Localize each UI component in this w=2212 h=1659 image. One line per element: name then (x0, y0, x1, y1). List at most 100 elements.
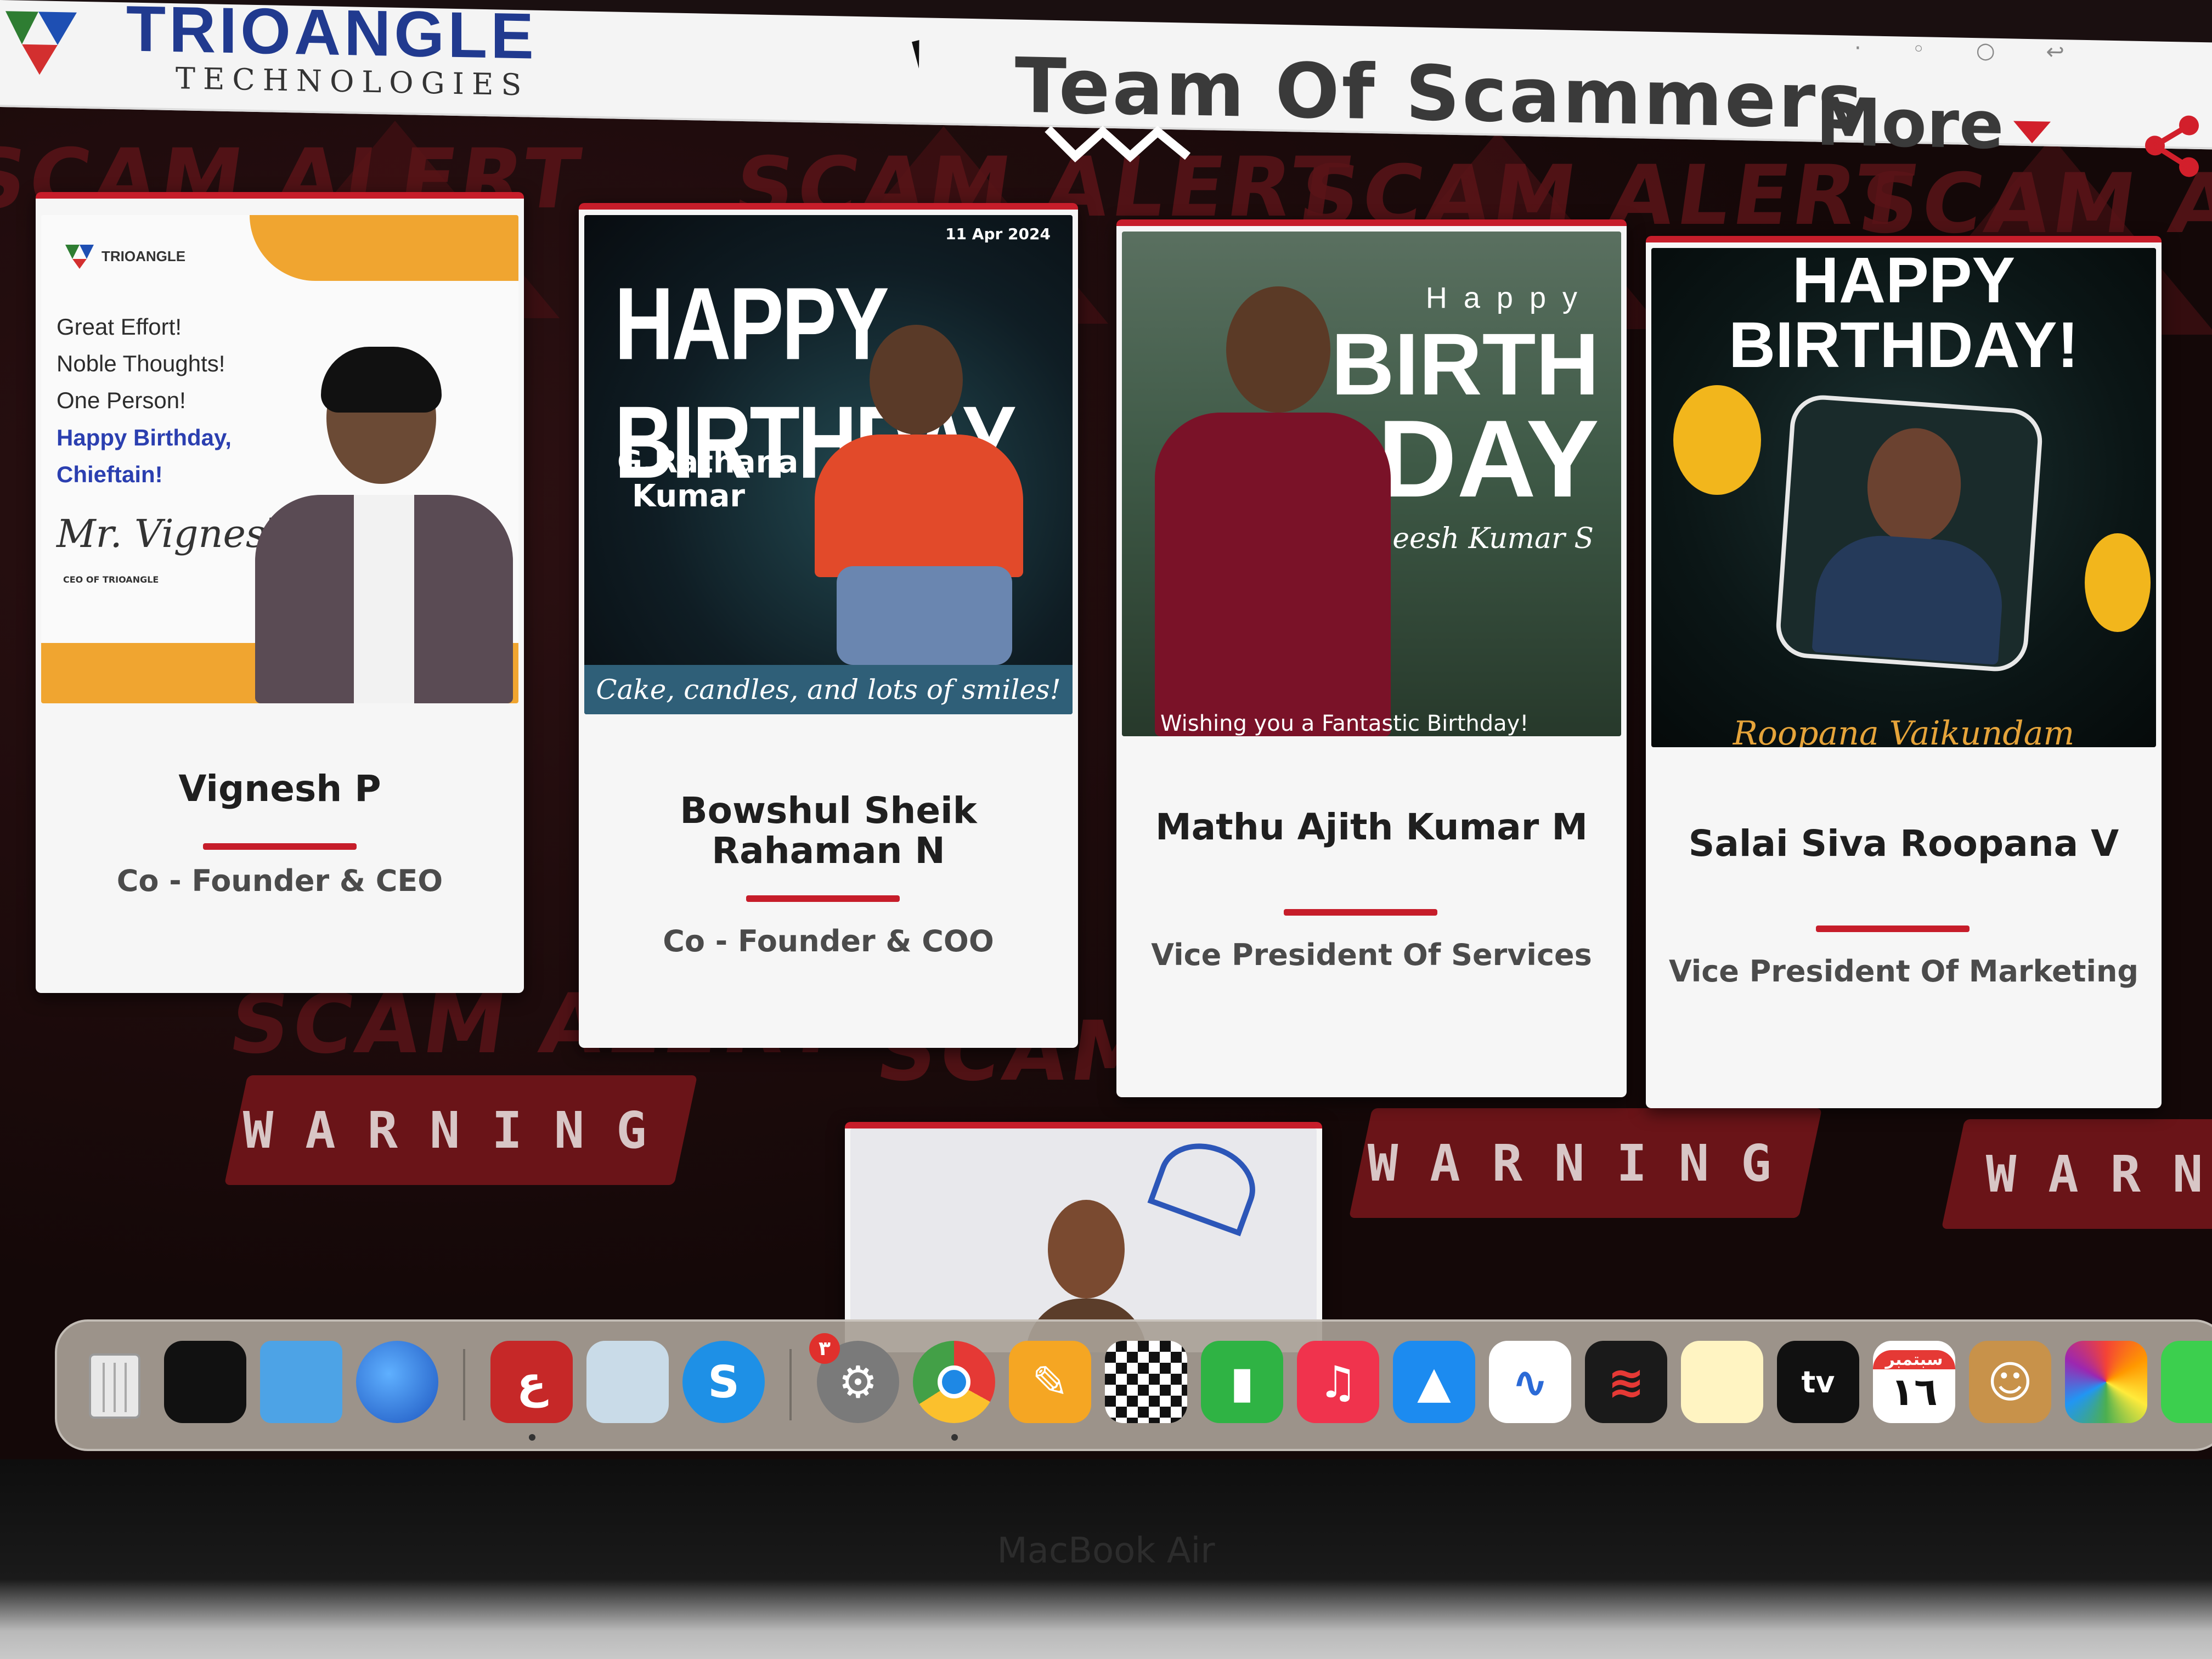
member-role: Co - Founder & CEO (116, 864, 443, 898)
photo-line: Great Effort! (57, 314, 182, 340)
photo-title: HAPPY BIRTHDAY! (1651, 248, 2156, 377)
person-head (870, 325, 963, 435)
photo-caption: Wishing you a Fantastic Birthday! (1160, 711, 1529, 736)
preview-icon[interactable] (586, 1341, 669, 1423)
chess-icon[interactable] (1105, 1341, 1187, 1423)
member-role: Vice President Of Services (1151, 938, 1592, 972)
finder-folder-icon[interactable] (260, 1341, 342, 1423)
calendar-month: سبتمبر (1873, 1350, 1955, 1369)
photo-date: 11 Apr 2024 (945, 225, 1051, 243)
pages-icon[interactable]: ✎ (1009, 1341, 1091, 1423)
balloon-icon (2085, 533, 2151, 632)
trash-icon[interactable] (74, 1341, 156, 1423)
system-settings-icon[interactable]: ٣ ⚙ (809, 1333, 899, 1423)
person-photo (1144, 286, 1396, 736)
skype-icon[interactable]: S (682, 1341, 765, 1423)
member-role: Vice President Of Marketing (1668, 954, 2139, 989)
person-head (1226, 286, 1330, 413)
photo-title-line: HAPPY (1792, 248, 2016, 317)
team-card[interactable] (845, 1122, 1322, 1352)
globe-icon[interactable] (356, 1341, 438, 1423)
person-hair (321, 347, 442, 413)
notification-badge: ٣ (809, 1333, 840, 1364)
photo-title-line: BIRTHDAY! (1728, 309, 2079, 381)
name-divider (203, 843, 357, 850)
person-head (1048, 1200, 1125, 1299)
photo-frame (1774, 393, 2045, 674)
dock-separator (789, 1349, 792, 1420)
device-label: MacBook Air (997, 1531, 1215, 1571)
photo-caption: CEO OF TRIOANGLE (63, 574, 159, 585)
member-role: Co - Founder & COO (663, 924, 994, 958)
balloon-icon (1673, 385, 1761, 495)
card-photo: TRIOANGLE Great Effort! Noble Thoughts! … (41, 215, 518, 703)
warning-plate: WARNING (1348, 1108, 1822, 1218)
decor-ribbon (1147, 1130, 1267, 1237)
warning-plate: WARNING (1941, 1119, 2212, 1229)
person-body (1812, 531, 2007, 665)
person-photo (804, 325, 1034, 665)
card-photo: HAPPY BIRTHDAY! Roopana Vaikundam (1651, 248, 2156, 747)
mouse-cursor-icon (912, 38, 934, 69)
running-indicator (529, 1434, 535, 1441)
warning-text: WARNING (1986, 1144, 2212, 1204)
warning-text: WARNING (243, 1101, 679, 1160)
chrome-icon[interactable] (913, 1341, 995, 1423)
photo-signature: Roopana Vaikundam (1733, 714, 2075, 747)
nav-dropdown-zigzag-icon (1045, 126, 1191, 163)
nav-more-menu[interactable]: More (1816, 84, 2004, 165)
apple-tv-icon[interactable]: tv (1777, 1341, 1859, 1423)
notes-icon[interactable] (1681, 1341, 1763, 1423)
name-divider (1816, 926, 1970, 932)
warning-text: WARNING (1368, 1133, 1803, 1193)
voice-memos-icon[interactable]: ≋ (1585, 1341, 1667, 1423)
chevron-down-icon[interactable] (2013, 121, 2051, 144)
calendar-day: ١٦ (1891, 1369, 1938, 1414)
photo-caption: Cake, candles, and lots of smiles! (584, 665, 1073, 714)
contacts-icon[interactable]: ☺ (1969, 1341, 2051, 1423)
member-name: Bowshul Sheik Rahaman N (680, 789, 977, 872)
music-icon[interactable]: ♫ (1297, 1341, 1379, 1423)
team-card[interactable]: TRIOANGLE Great Effort! Noble Thoughts! … (36, 192, 524, 993)
name-divider (1284, 909, 1437, 916)
card-photo: Happy BIRTH DAY Pratheesh Kumar S Wishin… (1122, 232, 1621, 736)
photo-person-name: G.Rathana Kumar (617, 444, 799, 514)
share-icon[interactable] (2140, 112, 2205, 179)
messages-icon[interactable] (2161, 1341, 2212, 1423)
photo-highlight: Chieftain! (57, 461, 163, 487)
numbers-icon[interactable]: ▮ (1201, 1341, 1283, 1423)
photo-highlight: Happy Birthday, (57, 424, 232, 450)
freeform-icon[interactable]: ∿ (1489, 1341, 1571, 1423)
trioangle-logo-icon (65, 245, 94, 269)
person-jeans (837, 566, 1012, 665)
team-card[interactable]: HAPPY BIRTHDAY 11 Apr 2024 G.Rathana Kum… (579, 203, 1078, 1048)
card-photo (850, 1128, 1317, 1352)
person-shirt (1155, 413, 1391, 736)
toolbar-icons: · ◦ ○ ↩ (1854, 35, 2086, 66)
terminal-icon[interactable] (164, 1341, 246, 1423)
team-card[interactable]: HAPPY BIRTHDAY! Roopana Vaikundam Salai … (1646, 236, 2162, 1108)
arabic-app-icon[interactable]: ع (490, 1341, 573, 1423)
member-name: Mathu Ajith Kumar M (1155, 806, 1588, 848)
photo-day: DAY (1378, 398, 1599, 520)
photo-greeting: Great Effort! Noble Thoughts! One Person… (57, 308, 232, 493)
team-card[interactable]: Happy BIRTH DAY Pratheesh Kumar S Wishin… (1116, 219, 1627, 1097)
warning-plate: WARNING (224, 1075, 698, 1185)
person-head (1863, 425, 1965, 547)
decor-shape (250, 215, 518, 281)
photo-brand: TRIOANGLE (101, 248, 186, 264)
member-name: Salai Siva Roopana V (1688, 822, 2119, 865)
photo-happy: Happy (1425, 281, 1594, 314)
member-name: Vignesh P (178, 768, 381, 810)
macos-dock: ع S ٣ ⚙ ✎ ▮ ♫ ▲ ∿ ≋ tv سبتمبر ١٦ ☺ (55, 1319, 2212, 1451)
photos-icon[interactable] (2065, 1341, 2147, 1423)
calendar-icon[interactable]: سبتمبر ١٦ (1873, 1341, 1955, 1423)
trioangle-logo-icon[interactable] (0, 0, 82, 78)
keynote-icon[interactable]: ▲ (1393, 1341, 1475, 1423)
photo-line: Noble Thoughts! (57, 351, 225, 377)
name-divider (746, 895, 900, 902)
logo-subtitle: TECHNOLOGIES (176, 61, 529, 103)
person-shirt (815, 435, 1023, 577)
dock-separator (463, 1349, 465, 1420)
running-indicator (951, 1434, 958, 1441)
